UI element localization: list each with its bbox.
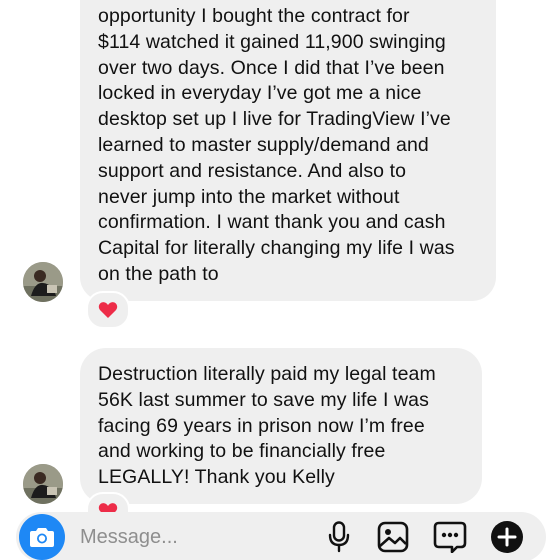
message-line: confirmation. I want thank you and cash [98, 211, 446, 234]
message-line: desktop set up I live for TradingView I’… [98, 108, 451, 131]
microphone-icon [328, 521, 350, 553]
message-line: on the path to [98, 262, 219, 285]
received-message-bubble[interactable]: Destruction literally paid my legal team… [80, 348, 482, 504]
message-line: learned to master supply/demand and [98, 133, 429, 156]
gallery-icon [377, 521, 409, 553]
heart-icon [98, 302, 118, 318]
heart-reaction[interactable] [86, 291, 130, 329]
sticker-button[interactable] [431, 518, 469, 556]
message-line: opportunity I bought the contract for [98, 5, 410, 27]
message-line: Capital for literally changing my life I… [98, 237, 455, 260]
avatar-photo [23, 464, 63, 504]
message-line: 56K last summer to save my life I was [98, 388, 429, 411]
message-line: and working to be financially free [98, 440, 386, 463]
message-line: facing 69 years in prison now I’m free [98, 414, 425, 437]
sender-avatar[interactable] [23, 262, 63, 302]
sender-avatar[interactable] [23, 464, 63, 504]
message-line: Destruction literally paid my legal team [98, 363, 436, 385]
message-line: LEGALLY! Thank you Kelly [98, 466, 335, 489]
camera-button[interactable] [19, 514, 65, 560]
received-message-bubble[interactable]: opportunity I bought the contract for $1… [80, 0, 496, 301]
message-input[interactable] [80, 524, 300, 550]
camera-icon [30, 528, 54, 547]
message-line: never jump into the market without [98, 185, 400, 208]
plus-circle-icon [491, 521, 523, 553]
message-line: locked in everyday I’ve got me a nice [98, 82, 422, 105]
message-line: support and resistance. And also to [98, 159, 407, 182]
chat-screen: opportunity I bought the contract for $1… [0, 0, 560, 560]
gallery-button[interactable] [374, 518, 412, 556]
message-line: $114 watched it gained 11,900 swinging [98, 30, 446, 53]
message-line: over two days. Once I did that I’ve been [98, 56, 445, 79]
add-content-button[interactable] [488, 518, 526, 556]
avatar-photo [23, 262, 63, 302]
voice-message-button[interactable] [320, 518, 358, 556]
sticker-chat-icon [433, 521, 467, 553]
